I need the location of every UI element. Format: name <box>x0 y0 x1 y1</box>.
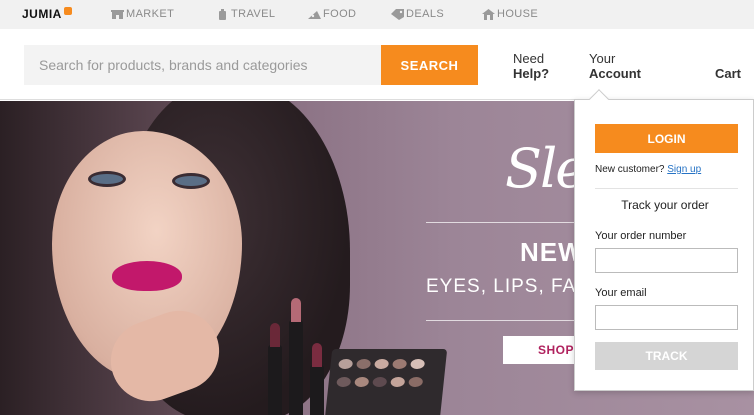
hero-eye-right <box>172 173 210 189</box>
vertical-market[interactable]: MARKET <box>111 8 174 20</box>
deals-icon <box>391 8 404 20</box>
vertical-deals[interactable]: DEALS <box>391 8 444 20</box>
track-button[interactable]: TRACK <box>595 342 738 370</box>
logo-cart-icon <box>63 7 72 15</box>
cart-link[interactable]: Cart <box>715 66 741 81</box>
jumia-logo[interactable]: JUMIA <box>22 7 72 21</box>
hero-lipstick-2 <box>289 298 303 415</box>
hero-subtitle: EYES, LIPS, FAC <box>426 276 591 297</box>
new-customer-label: New customer? <box>595 164 665 175</box>
logo-text: JUMIA <box>22 7 62 21</box>
signup-link[interactable]: Sign up <box>667 164 701 175</box>
top-bar: JUMIA MARKET TRAVEL FOOD DEALS HOUSE <box>0 0 754 29</box>
hero-lipstick-3 <box>310 343 324 415</box>
search-button[interactable]: SEARCH <box>381 45 478 85</box>
order-number-label: Your order number <box>595 230 687 242</box>
travel-icon <box>216 8 229 20</box>
house-icon <box>482 8 495 20</box>
email-field[interactable] <box>595 305 738 330</box>
account-dropdown: LOGIN New customer? Sign up Track your o… <box>574 89 754 391</box>
vertical-food-label: FOOD <box>323 8 357 20</box>
track-order-title: Track your order <box>621 198 709 212</box>
account-line-2: Account <box>589 66 641 81</box>
food-icon <box>308 9 321 20</box>
login-button[interactable]: LOGIN <box>595 124 738 153</box>
hero-eyeshadow-palette <box>323 349 448 415</box>
hero-lipstick-1 <box>268 323 282 415</box>
header: SEARCH Need Help? Your Account Cart <box>0 29 754 100</box>
vertical-market-label: MARKET <box>126 8 175 20</box>
vertical-house-label: HOUSE <box>497 8 539 20</box>
dropdown-divider <box>595 188 738 189</box>
vertical-food[interactable]: FOOD <box>308 8 356 20</box>
vertical-deals-label: DEALS <box>406 8 445 20</box>
hero-lips <box>112 261 182 291</box>
new-customer-text: New customer? Sign up <box>595 164 701 175</box>
search-input[interactable] <box>24 45 381 85</box>
hero-eye-left <box>88 171 126 187</box>
help-link[interactable]: Need Help? <box>513 51 549 81</box>
account-menu[interactable]: Your Account <box>589 51 641 81</box>
account-line-1: Your <box>589 51 616 66</box>
help-line-1: Need <box>513 51 545 66</box>
email-label: Your email <box>595 287 647 299</box>
vertical-house[interactable]: HOUSE <box>482 8 538 20</box>
vertical-travel-label: TRAVEL <box>231 8 276 20</box>
vertical-travel[interactable]: TRAVEL <box>216 8 275 20</box>
market-icon <box>111 9 124 20</box>
help-line-2: Help? <box>513 66 550 81</box>
order-number-field[interactable] <box>595 248 738 273</box>
